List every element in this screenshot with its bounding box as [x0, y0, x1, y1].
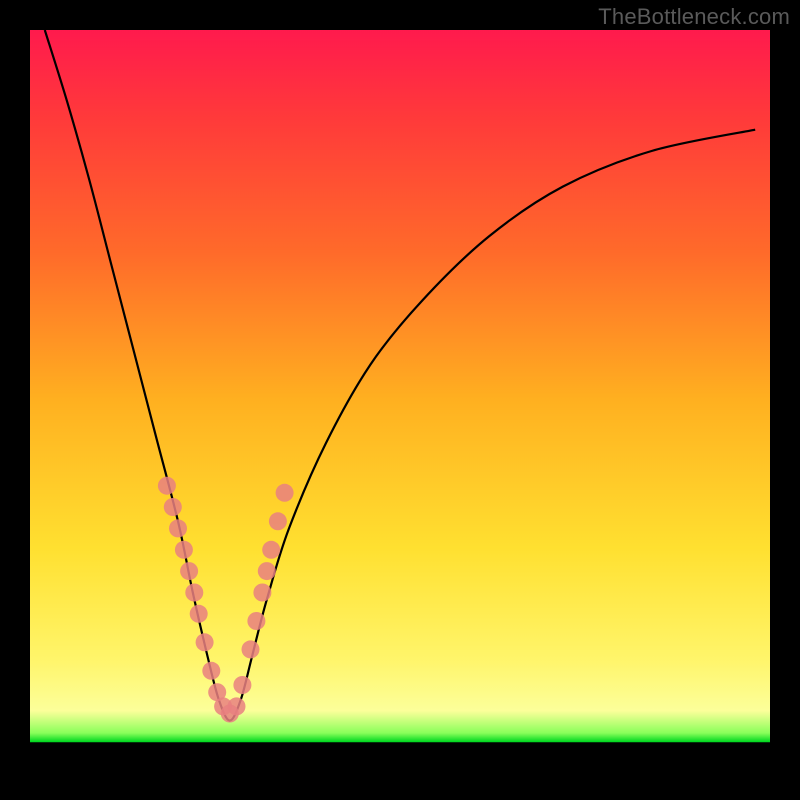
watermark-text: TheBottleneck.com	[598, 4, 790, 30]
plot-area	[30, 30, 770, 770]
chart-frame: TheBottleneck.com	[0, 0, 800, 800]
marker-dot	[233, 676, 251, 694]
bottleneck-curve-svg	[30, 30, 770, 770]
marker-dot	[175, 541, 193, 559]
marker-dot	[169, 519, 187, 537]
marker-dot	[190, 605, 208, 623]
marker-dot	[242, 640, 260, 658]
bottleneck-curve-path	[45, 30, 755, 721]
marker-dot	[180, 562, 198, 580]
marker-dot	[185, 584, 203, 602]
marker-dot	[253, 584, 271, 602]
marker-dot	[164, 498, 182, 516]
marker-dot	[202, 662, 220, 680]
marker-dot	[276, 484, 294, 502]
marker-dot	[262, 541, 280, 559]
marker-dot	[228, 697, 246, 715]
marker-dots-group	[158, 477, 294, 723]
curve-group	[45, 30, 755, 721]
marker-dot	[196, 633, 214, 651]
marker-dot	[158, 477, 176, 495]
marker-dot	[258, 562, 276, 580]
marker-dot	[269, 512, 287, 530]
marker-dot	[247, 612, 265, 630]
